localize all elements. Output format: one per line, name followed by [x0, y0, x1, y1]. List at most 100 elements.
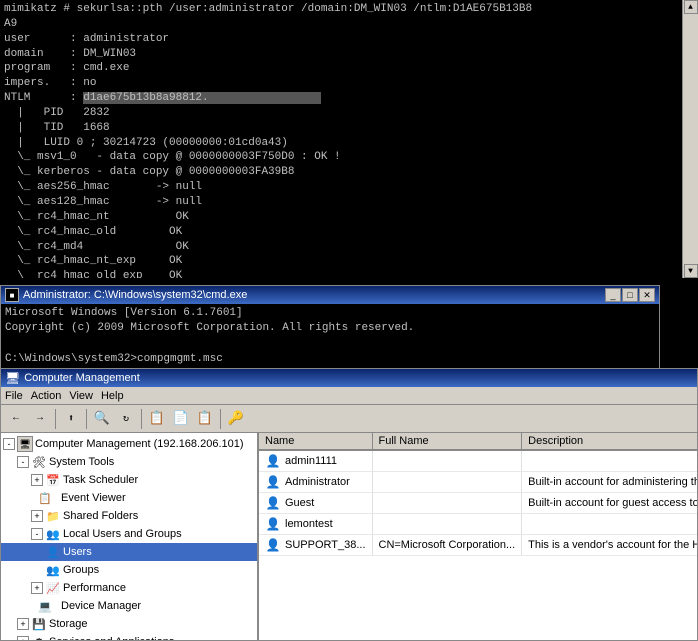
user-name-cell: 👤lemontest — [259, 514, 372, 535]
tree-services-apps[interactable]: + ⚙ Services and Applications — [1, 633, 257, 640]
toolbar-copy-btn[interactable]: 📄 — [170, 408, 192, 430]
terminal-line-7: NTLM : d1ae675b13b8a98812. — [4, 91, 656, 106]
user-fullname-cell — [372, 450, 522, 472]
cmd-window: ■ Administrator: C:\Windows\system32\cmd… — [0, 285, 660, 375]
tree-root-label: Computer Management (192.168.206.101) — [35, 438, 244, 450]
toolbar-search-btn[interactable]: 🔍 — [91, 408, 113, 430]
table-header-row: Name Full Name Description — [259, 433, 697, 450]
user-row-icon: 👤 — [265, 516, 281, 532]
storage-icon: 💾 — [31, 616, 47, 632]
tree-task-scheduler-expander[interactable]: + — [31, 474, 43, 486]
table-row[interactable]: 👤Administrator Built-in account for admi… — [259, 472, 697, 493]
col-fullname[interactable]: Full Name — [372, 433, 522, 450]
tree-event-viewer[interactable]: 📋 Event Viewer — [1, 489, 257, 507]
toolbar-back-btn[interactable]: ← — [5, 408, 27, 430]
terminal-line-19: \_ rc4_hmac_old_exp OK — [4, 269, 656, 278]
tree-root[interactable]: - 🖥 Computer Management (192.168.206.101… — [1, 435, 257, 453]
terminal-line-16: \_ rc4_hmac_old OK — [4, 225, 656, 240]
tree-task-scheduler-label: Task Scheduler — [63, 474, 138, 486]
users-table: Name Full Name Description 👤admin1111 — [259, 433, 697, 556]
tree-system-tools-expander[interactable]: - — [17, 456, 29, 468]
tree-system-tools[interactable]: - 🛠 System Tools — [1, 453, 257, 471]
col-name[interactable]: Name — [259, 433, 372, 450]
cmd-body: Microsoft Windows [Version 6.1.7601] Cop… — [1, 304, 659, 374]
terminal-scrollbar[interactable]: ▲ ▼ — [682, 0, 698, 278]
tree-local-users-groups-label: Local Users and Groups — [63, 528, 182, 540]
terminal-line-10: | LUID 0 ; 30214723 (00000000:01cd0a43) — [4, 136, 656, 151]
computer-icon: 🖥 — [17, 436, 33, 452]
cmd-title-left: ■ Administrator: C:\Windows\system32\cmd… — [5, 288, 247, 302]
cmd-line-3 — [5, 337, 655, 352]
local-users-icon: 👥 — [45, 526, 61, 542]
user-desc-cell: This is a vendor's account for the He... — [522, 535, 697, 556]
tree-task-scheduler[interactable]: + 📅 Task Scheduler — [1, 471, 257, 489]
col-description[interactable]: Description — [522, 433, 697, 450]
cm-menubar: File Action View Help — [1, 387, 697, 405]
tree-system-tools-label: System Tools — [49, 456, 114, 468]
computer-management-window: 🖥 Computer Management File Action View H… — [0, 368, 698, 641]
tree-groups[interactable]: 👥 Groups — [1, 561, 257, 579]
tree-device-manager[interactable]: 💻 Device Manager — [1, 597, 257, 615]
toolbar-sep-1 — [55, 409, 56, 429]
tree-shared-folders-expander[interactable]: + — [31, 510, 43, 522]
tree-users[interactable]: 👤 Users — [1, 543, 257, 561]
table-row[interactable]: 👤lemontest — [259, 514, 697, 535]
tree-services-apps-expander[interactable]: + — [17, 636, 29, 640]
user-name-cell: 👤SUPPORT_38... — [259, 535, 372, 556]
toolbar-forward-btn[interactable]: → — [29, 408, 51, 430]
cm-content: - 🖥 Computer Management (192.168.206.101… — [1, 433, 697, 640]
toolbar-sep-4 — [220, 409, 221, 429]
user-row-icon: 👤 — [265, 474, 281, 490]
cmd-line-2: Copyright (c) 2009 Microsoft Corporation… — [5, 321, 655, 336]
user-row-icon: 👤 — [265, 495, 281, 511]
cmd-maximize-btn[interactable]: □ — [622, 288, 638, 302]
shared-folders-icon: 📁 — [45, 508, 61, 524]
tree-groups-label: Groups — [63, 564, 99, 576]
toolbar-properties-btn[interactable]: 🔑 — [225, 408, 247, 430]
tree-storage-expander[interactable]: + — [17, 618, 29, 630]
terminal-line-9: | TID 1668 — [4, 121, 656, 136]
terminal-line-15: \_ rc4_hmac_nt OK — [4, 210, 656, 225]
mimikatz-terminal: mimikatz # sekurlsa::pth /user:administr… — [0, 0, 660, 278]
toolbar-refresh-btn[interactable]: ↻ — [115, 408, 137, 430]
tree-local-users-groups-expander[interactable]: - — [31, 528, 43, 540]
tree-users-label: Users — [63, 546, 92, 558]
table-row[interactable]: 👤admin1111 — [259, 450, 697, 472]
menu-action[interactable]: Action — [31, 390, 62, 402]
user-desc-cell — [522, 514, 697, 535]
user-fullname-cell — [372, 493, 522, 514]
table-row[interactable]: 👤Guest Built-in account for guest access… — [259, 493, 697, 514]
toolbar-up-btn[interactable]: ⬆ — [60, 408, 82, 430]
toolbar-paste-btn[interactable]: 📋 — [194, 408, 216, 430]
tree-root-expander[interactable]: - — [3, 438, 15, 450]
cmd-controls[interactable]: _ □ ✕ — [605, 288, 655, 302]
terminal-line-1: mimikatz # sekurlsa::pth /user:administr… — [4, 2, 656, 17]
cmd-icon: ■ — [5, 288, 19, 302]
cmd-minimize-btn[interactable]: _ — [605, 288, 621, 302]
tree-local-users-groups[interactable]: - 👥 Local Users and Groups — [1, 525, 257, 543]
tree-performance-label: Performance — [63, 582, 126, 594]
menu-view[interactable]: View — [69, 390, 93, 402]
terminal-line-11: \_ msv1_0 - data copy @ 0000000003F750D0… — [4, 150, 656, 165]
toolbar-sep-3 — [141, 409, 142, 429]
tree-performance[interactable]: + 📈 Performance — [1, 579, 257, 597]
cm-title-text: Computer Management — [24, 372, 140, 384]
groups-icon: 👥 — [45, 562, 61, 578]
menu-file[interactable]: File — [5, 390, 23, 402]
menu-help[interactable]: Help — [101, 390, 124, 402]
table-row[interactable]: 👤SUPPORT_38... CN=Microsoft Corporation.… — [259, 535, 697, 556]
tree-performance-expander[interactable]: + — [31, 582, 43, 594]
scroll-up-arrow[interactable]: ▲ — [684, 0, 698, 14]
tree-shared-folders[interactable]: + 📁 Shared Folders — [1, 507, 257, 525]
cm-titlebar: 🖥 Computer Management — [1, 369, 697, 387]
terminal-line-3: user : administrator — [4, 32, 656, 47]
toolbar-export-btn[interactable]: 📋 — [146, 408, 168, 430]
cmd-titlebar: ■ Administrator: C:\Windows\system32\cmd… — [1, 286, 659, 304]
cmd-line-4: C:\Windows\system32>compgmgmt.msc — [5, 352, 655, 367]
task-scheduler-icon: 📅 — [45, 472, 61, 488]
tree-storage[interactable]: + 💾 Storage — [1, 615, 257, 633]
scroll-down-arrow[interactable]: ▼ — [684, 264, 698, 278]
cmd-close-btn[interactable]: ✕ — [639, 288, 655, 302]
scroll-track — [684, 14, 698, 264]
user-fullname-cell — [372, 472, 522, 493]
